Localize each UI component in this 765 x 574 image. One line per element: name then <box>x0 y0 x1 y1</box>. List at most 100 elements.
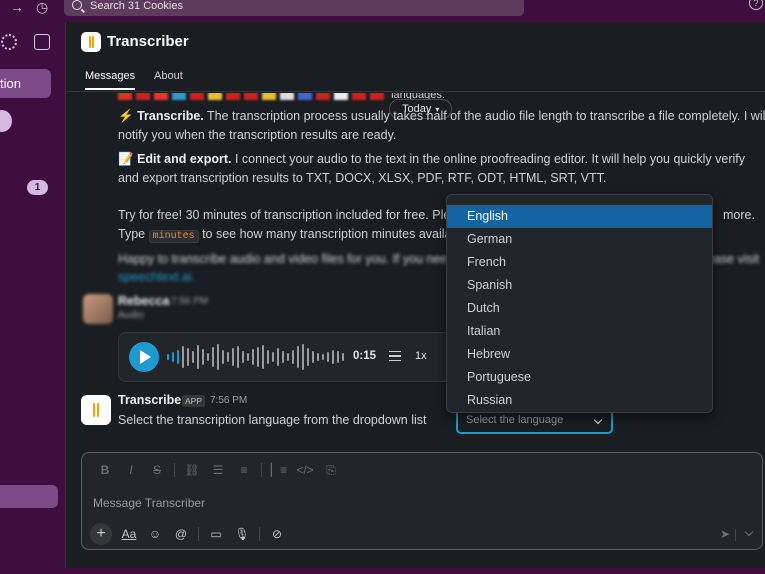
waveform-bar <box>187 348 189 366</box>
language-option-dutch[interactable]: Dutch <box>447 297 712 320</box>
audio-subtitle[interactable]: Audio <box>118 307 144 325</box>
composer-actions: + Aa ☺ @ ▭ 🎙 ⊘ <box>90 523 290 545</box>
waveform-bar <box>227 352 229 362</box>
audio-player: 0:15 1x ⋮ <box>118 332 456 382</box>
send-options-icon[interactable] <box>744 527 754 537</box>
chevron-down-icon <box>593 415 603 425</box>
edit-title: Edit and export. <box>137 152 232 166</box>
formatting-toggle-button[interactable]: Aa <box>116 524 142 544</box>
transcriber-avatar[interactable] <box>81 395 111 425</box>
waveform-bar <box>332 350 334 364</box>
unread-badge: 1 <box>27 180 48 195</box>
transcript-icon[interactable] <box>389 351 401 361</box>
waveform-bar <box>167 354 169 360</box>
emoji-icon[interactable]: ☺ <box>142 524 168 544</box>
slash-command-icon[interactable]: ⊘ <box>264 524 290 544</box>
language-select-placeholder: Select the language <box>466 414 564 426</box>
bullet-list-icon[interactable]: ≡ <box>231 461 257 479</box>
playback-speed-button[interactable]: 1x <box>415 350 427 362</box>
transcriber-app-icon <box>81 32 101 52</box>
help-icon[interactable]: ? <box>749 0 763 10</box>
happy-text: Happy to transcribe audio and video file… <box>118 252 455 266</box>
waveform-bar <box>207 353 209 361</box>
tab-about[interactable]: About <box>154 70 183 82</box>
trial-text-2: Type minutes to see how many transcripti… <box>118 225 458 246</box>
waveform-bar <box>237 346 239 368</box>
video-icon[interactable]: ▭ <box>203 524 229 544</box>
add-attachment-button[interactable]: + <box>90 523 112 545</box>
bottom-strip <box>0 568 765 574</box>
language-option-italian[interactable]: Italian <box>447 320 712 343</box>
transcribe-text-2: notify you when the transcription result… <box>118 128 397 142</box>
waveform-bar <box>177 350 179 364</box>
transcriber-sender[interactable]: Transcriber <box>118 393 186 407</box>
workspace-sidebar: tion 1 <box>0 22 66 574</box>
blockquote-icon[interactable]: ▏≡ <box>266 461 292 479</box>
formatting-toolbar: B I S ⛓ ☰ ≡ ▏≡ </> ⎘ <box>92 461 344 479</box>
microphone-icon[interactable]: 🎙 <box>229 524 255 544</box>
link-icon[interactable]: ⛓ <box>179 461 205 479</box>
message-composer: B I S ⛓ ☰ ≡ ▏≡ </> ⎘ Message Transcriber… <box>81 452 763 550</box>
avatar[interactable] <box>83 294 113 324</box>
mention-icon[interactable]: @ <box>168 524 194 544</box>
history-icon[interactable]: ◷ <box>36 0 48 14</box>
waveform-bar <box>312 351 314 363</box>
italic-icon[interactable]: I <box>118 461 144 479</box>
waveform-bar <box>337 351 339 363</box>
code-block-icon[interactable]: ⎘ <box>318 461 344 479</box>
waveform-bar <box>287 353 289 361</box>
waveform-bar <box>232 348 234 366</box>
waveform-bar <box>297 346 299 368</box>
channel-header: Transcriber Messages About <box>67 22 765 92</box>
sidebar-item-active[interactable]: tion <box>0 69 51 98</box>
message-input[interactable]: Message Transcriber <box>93 496 205 510</box>
compose-icon[interactable] <box>34 34 50 50</box>
channel-title[interactable]: Transcriber <box>107 33 189 50</box>
waveform-bar <box>217 344 219 370</box>
ordered-list-icon[interactable]: ☰ <box>205 461 231 479</box>
gear-icon[interactable] <box>1 34 17 50</box>
waveform-bar <box>202 349 204 365</box>
waveform-bar <box>257 347 259 367</box>
language-option-hebrew[interactable]: Hebrew <box>447 343 712 366</box>
trial-type-label: Type <box>118 227 149 241</box>
language-option-english[interactable]: English <box>447 205 712 228</box>
waveform-bar <box>247 353 249 361</box>
language-option-french[interactable]: French <box>447 251 712 274</box>
waveform-bar <box>342 353 344 361</box>
top-bar: → ◷ Search 31 Cookies ? <box>0 0 765 22</box>
audio-duration: 0:15 <box>353 350 377 362</box>
waveform-bar <box>262 345 264 369</box>
send-icon[interactable]: ➤ <box>720 527 730 541</box>
code-icon[interactable]: </> <box>292 461 318 479</box>
waveform-bar <box>277 348 279 366</box>
waveform-bar <box>302 344 304 370</box>
language-option-portuguese[interactable]: Portuguese <box>447 366 712 389</box>
trial-text: Try for free! 30 minutes of transcriptio… <box>118 208 451 222</box>
language-option-spanish[interactable]: Spanish <box>447 274 712 297</box>
bold-icon[interactable]: B <box>92 461 118 479</box>
happy-text-end: ease visit <box>707 252 760 266</box>
sidebar-indicator[interactable] <box>0 110 12 132</box>
language-option-german[interactable]: German <box>447 228 712 251</box>
trial-text-suffix: to see how many transcription minutes av… <box>198 227 459 241</box>
language-option-russian[interactable]: Russian <box>447 389 712 412</box>
tab-messages[interactable]: Messages <box>85 70 136 90</box>
arrow-right-icon[interactable]: → <box>10 0 24 14</box>
waveform-bar <box>222 350 224 364</box>
trial-text-end: more. <box>723 208 755 222</box>
waveform-bar <box>252 349 254 365</box>
message-time[interactable]: 7:56 PM <box>210 395 247 406</box>
edit-text-2: and export transcription results to TXT,… <box>118 171 607 185</box>
play-button[interactable] <box>129 342 159 372</box>
waveform-bar <box>292 350 294 364</box>
transcribe-text: The transcription process usually takes … <box>203 109 765 123</box>
search-input[interactable]: Search 31 Cookies <box>64 0 524 16</box>
audio-waveform[interactable] <box>167 342 347 372</box>
sidebar-item-selected[interactable] <box>0 485 58 508</box>
strikethrough-icon[interactable]: S <box>144 461 170 479</box>
waveform-bar <box>212 347 214 367</box>
edit-paragraph: 📝 Edit and export. I connect your audio … <box>118 150 745 168</box>
search-icon <box>72 0 82 10</box>
speechtext-link[interactable]: speechtext.ai. <box>118 268 195 286</box>
